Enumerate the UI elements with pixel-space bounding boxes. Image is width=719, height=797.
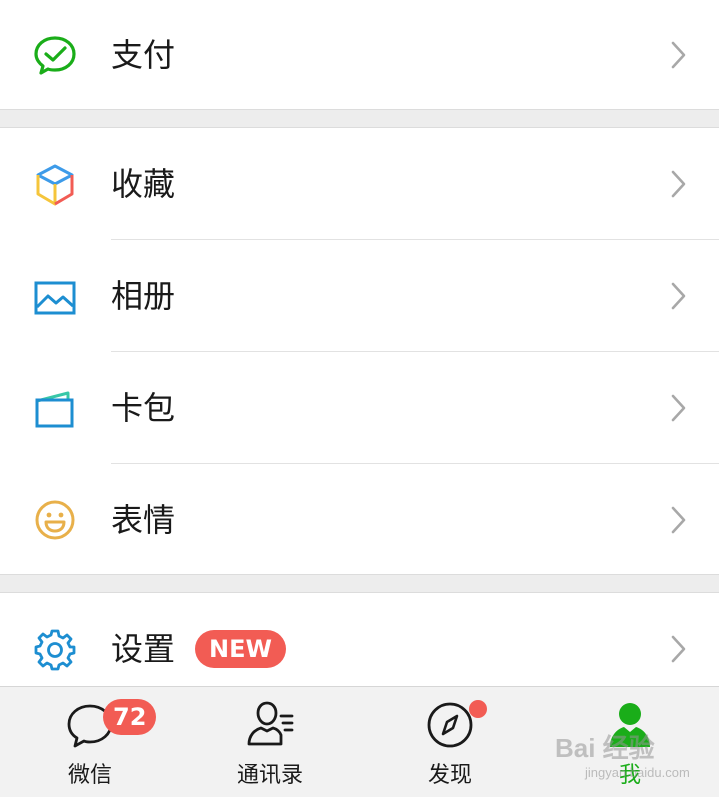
menu-group-pay: 支付 xyxy=(0,0,719,110)
tab-contacts[interactable]: 通讯录 xyxy=(180,687,360,797)
image-icon xyxy=(34,281,76,315)
watermark-text: Bai 经验 xyxy=(555,733,655,763)
notification-dot xyxy=(469,700,487,718)
contacts-icon xyxy=(247,701,294,746)
chevron-right-icon xyxy=(671,282,686,310)
menu-item-cards[interactable]: 卡包 xyxy=(0,352,719,464)
chevron-right-icon xyxy=(671,506,686,534)
menu-item-label: 收藏 xyxy=(111,165,176,203)
chevron-right-icon xyxy=(671,394,686,422)
new-badge: NEW xyxy=(195,630,286,668)
tab-label: 通讯录 xyxy=(236,763,303,788)
menu-item-pay[interactable]: 支付 xyxy=(0,0,719,112)
menu-item-label: 相册 xyxy=(111,277,176,315)
chevron-right-icon xyxy=(671,170,686,198)
gear-icon xyxy=(34,629,76,671)
menu-item-label: 支付 xyxy=(111,36,176,74)
tab-discover[interactable]: 发现 xyxy=(360,687,540,797)
menu-item-label: 设置 xyxy=(111,630,176,668)
cube-icon xyxy=(36,164,74,206)
menu-group-main: 收藏 相册 卡包 表情 xyxy=(0,127,719,575)
menu-group-settings: 设置 NEW xyxy=(0,592,719,686)
unread-count-badge: 72 xyxy=(103,699,157,735)
wechat-pay-icon xyxy=(34,36,76,75)
chevron-right-icon xyxy=(671,635,686,663)
tab-label: 微信 xyxy=(67,763,112,788)
chevron-right-icon xyxy=(671,41,686,69)
card-wallet-icon xyxy=(35,391,74,428)
menu-item-label: 表情 xyxy=(111,501,176,539)
tab-label: 发现 xyxy=(427,763,472,788)
watermark-subtext: jingyan.baidu.com xyxy=(585,765,690,780)
menu-item-label: 卡包 xyxy=(111,389,176,427)
menu-item-favorites[interactable]: 收藏 xyxy=(0,128,719,240)
menu-item-stickers[interactable]: 表情 xyxy=(0,464,719,576)
menu-item-album[interactable]: 相册 xyxy=(0,240,719,352)
smiley-icon xyxy=(35,500,75,540)
tab-chats[interactable]: 72 微信 xyxy=(0,687,180,797)
